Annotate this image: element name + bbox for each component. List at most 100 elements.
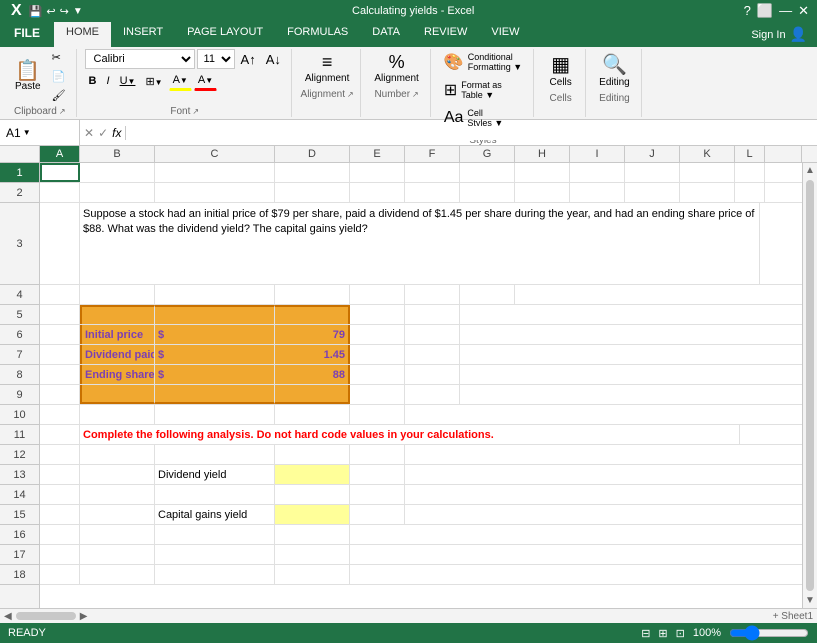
cell-D16[interactable] <box>275 525 350 544</box>
col-header-C[interactable]: C <box>155 146 275 162</box>
cell-F9[interactable] <box>405 385 460 404</box>
cell-C17[interactable] <box>155 545 275 564</box>
cell-K2[interactable] <box>680 183 735 202</box>
cancel-formula-icon[interactable]: ✕ <box>84 126 94 140</box>
cell-E2[interactable] <box>350 183 405 202</box>
cell-D17[interactable] <box>275 545 350 564</box>
vertical-scrollbar[interactable]: ▲ ▼ <box>802 163 817 608</box>
row-header-17[interactable]: 17 <box>0 545 39 565</box>
row-header-4[interactable]: 4 <box>0 285 39 305</box>
cell-F5[interactable] <box>405 305 460 324</box>
cell-A18[interactable] <box>40 565 80 584</box>
cell-A15[interactable] <box>40 505 80 524</box>
row-header-9[interactable]: 9 <box>0 385 39 405</box>
cell-E13[interactable] <box>350 465 405 484</box>
format-painter-button[interactable]: 🖌 <box>48 87 70 104</box>
cell-B15[interactable] <box>80 505 155 524</box>
cell-B12[interactable] <box>80 445 155 464</box>
clipboard-expand-icon[interactable]: ↗ <box>59 107 66 116</box>
col-header-F[interactable]: F <box>405 146 460 162</box>
cell-D5[interactable] <box>275 305 350 324</box>
cell-D6[interactable]: 79 <box>275 325 350 344</box>
horizontal-scrollbar[interactable]: ◀ ▶ + Sheet1 <box>0 608 817 623</box>
cell-E4[interactable] <box>350 285 405 304</box>
row-header-1[interactable]: 1 <box>0 163 39 183</box>
cell-K1[interactable] <box>680 163 735 182</box>
view-page-layout-icon[interactable]: ⊞ <box>658 627 667 640</box>
cell-D1[interactable] <box>275 163 350 182</box>
editing-button[interactable]: 🔍 Editing <box>594 49 635 91</box>
row-header-7[interactable]: 7 <box>0 345 39 365</box>
name-box-dropdown-icon[interactable]: ▼ <box>23 128 31 137</box>
font-family-select[interactable]: Calibri <box>85 49 195 69</box>
tab-home[interactable]: HOME <box>54 22 111 47</box>
cells-button[interactable]: ▦ Cells <box>545 49 577 91</box>
cell-E8[interactable] <box>350 365 405 384</box>
underline-button[interactable]: U▼ <box>116 71 140 91</box>
row-header-12[interactable]: 12 <box>0 445 39 465</box>
decrease-font-button[interactable]: A↓ <box>262 49 285 69</box>
cell-D4[interactable] <box>275 285 350 304</box>
help-icon[interactable]: ? <box>744 3 751 19</box>
cell-D14[interactable] <box>275 485 350 504</box>
cell-D15[interactable] <box>275 505 350 524</box>
col-header-A[interactable]: A <box>40 146 80 162</box>
format-as-table-button[interactable]: ⊞ Format asTable ▼ <box>439 77 527 103</box>
col-header-K[interactable]: K <box>680 146 735 162</box>
row-header-11[interactable]: 11 <box>0 425 39 445</box>
tab-review[interactable]: REVIEW <box>412 22 479 47</box>
close-icon[interactable]: ✕ <box>798 3 809 19</box>
cell-A4[interactable] <box>40 285 80 304</box>
cell-A3[interactable] <box>40 203 80 285</box>
cell-I1[interactable] <box>570 163 625 182</box>
cell-A13[interactable] <box>40 465 80 484</box>
tab-page-layout[interactable]: PAGE LAYOUT <box>175 22 275 47</box>
bold-button[interactable]: B <box>85 71 101 91</box>
cell-B4[interactable] <box>80 285 155 304</box>
cell-E12[interactable] <box>350 445 405 464</box>
restore-icon[interactable]: ⬜ <box>757 3 773 19</box>
cell-E10[interactable] <box>350 405 405 424</box>
cell-B11-merged[interactable]: Complete the following analysis. Do not … <box>80 425 740 444</box>
cell-B6[interactable]: Initial price <box>80 325 155 344</box>
conditional-formatting-button[interactable]: 🎨 ConditionalFormatting ▼ <box>439 49 527 75</box>
cell-D7[interactable]: 1.45 <box>275 345 350 364</box>
cell-A16[interactable] <box>40 525 80 544</box>
cell-E1[interactable] <box>350 163 405 182</box>
row-header-15[interactable]: 15 <box>0 505 39 525</box>
cell-F1[interactable] <box>405 163 460 182</box>
cell-F7[interactable] <box>405 345 460 364</box>
cut-button[interactable]: ✂ <box>48 49 70 66</box>
border-button[interactable]: ⊞▼ <box>141 71 166 91</box>
cell-B18[interactable] <box>80 565 155 584</box>
cell-A7[interactable] <box>40 345 80 364</box>
increase-font-button[interactable]: A↑ <box>237 49 260 69</box>
cell-D13[interactable] <box>275 465 350 484</box>
save-icon[interactable]: 💾 <box>29 5 43 18</box>
fill-color-button[interactable]: A▼ <box>169 71 192 91</box>
cell-B16[interactable] <box>80 525 155 544</box>
paste-button[interactable]: 📋 Paste <box>10 58 46 95</box>
copy-button[interactable]: 📄 <box>48 68 70 85</box>
cell-D18[interactable] <box>275 565 350 584</box>
cell-E7[interactable] <box>350 345 405 364</box>
row-header-10[interactable]: 10 <box>0 405 39 425</box>
cell-L2[interactable] <box>735 183 765 202</box>
sign-in-button[interactable]: Sign In 👤 <box>741 22 817 47</box>
cell-D9[interactable] <box>275 385 350 404</box>
cell-C10[interactable] <box>155 405 275 424</box>
cell-B9[interactable] <box>80 385 155 404</box>
formula-input[interactable] <box>126 126 817 140</box>
row-header-18[interactable]: 18 <box>0 565 39 585</box>
cell-C1[interactable] <box>155 163 275 182</box>
cell-A10[interactable] <box>40 405 80 424</box>
cell-D2[interactable] <box>275 183 350 202</box>
cell-E9[interactable] <box>350 385 405 404</box>
cell-C18[interactable] <box>155 565 275 584</box>
cell-H1[interactable] <box>515 163 570 182</box>
cell-D8[interactable]: 88 <box>275 365 350 384</box>
number-button[interactable]: % Alignment <box>369 49 423 87</box>
cell-B2[interactable] <box>80 183 155 202</box>
redo-icon[interactable]: ↪ <box>60 5 69 18</box>
col-header-E[interactable]: E <box>350 146 405 162</box>
